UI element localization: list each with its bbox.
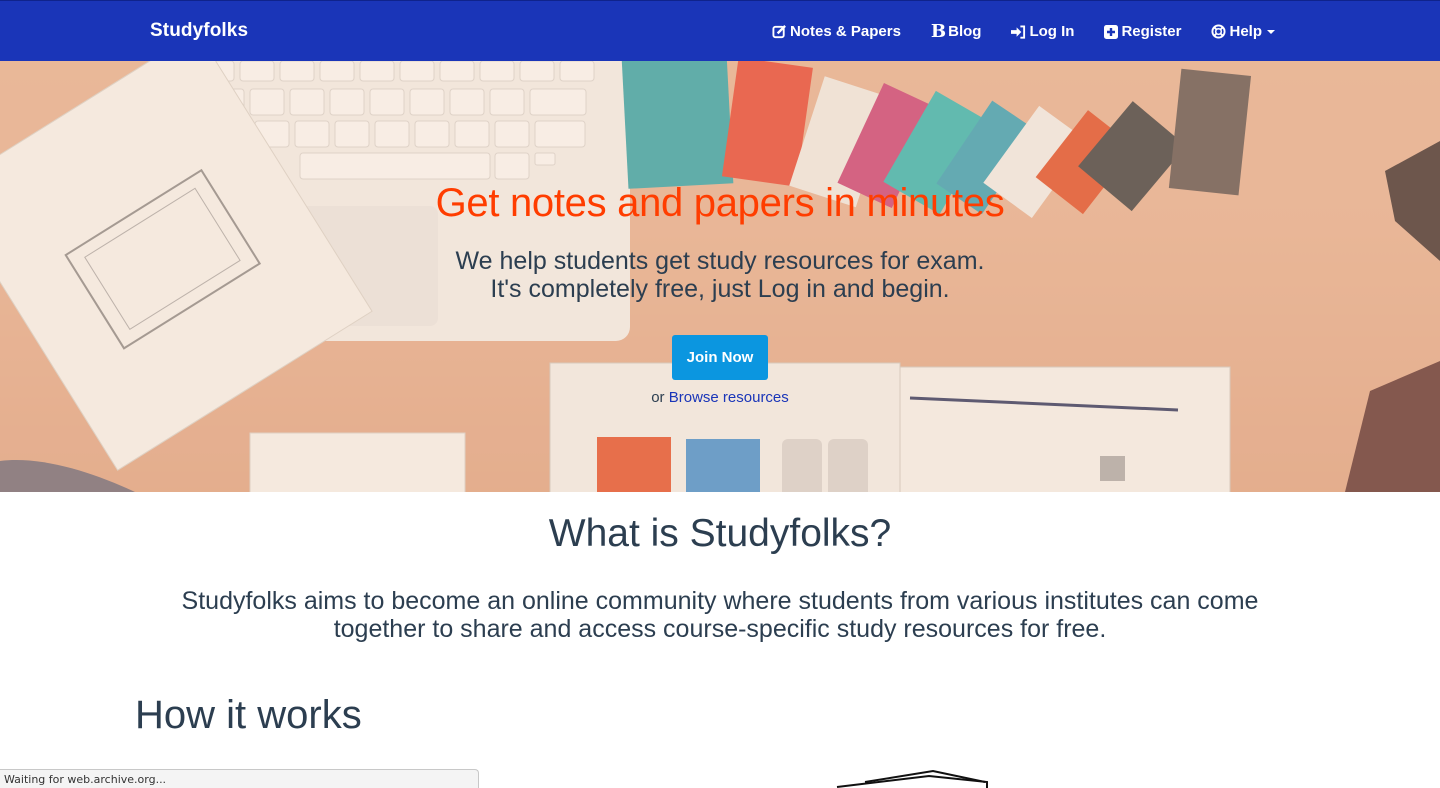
about-text: Studyfolks aims to become an online comm… — [181, 587, 1259, 643]
plus-square-icon — [1104, 24, 1119, 39]
how-it-works-title: How it works — [135, 693, 362, 737]
blogger-icon: B — [930, 21, 947, 42]
brand-logo-link[interactable]: Studyfolks — [150, 20, 248, 42]
nav-register-label: Register — [1121, 23, 1182, 40]
top-navbar: Studyfolks Notes & Papers B Blog Log In … — [0, 0, 1440, 61]
hero-content: Get notes and papers in minutes We help … — [0, 61, 1440, 492]
browse-resources-link[interactable]: Browse resources — [669, 389, 789, 406]
sign-in-icon — [1011, 24, 1026, 39]
browser-status-bar: Waiting for web.archive.org... — [0, 769, 479, 788]
life-ring-icon — [1211, 24, 1227, 39]
browse-line: or Browse resources — [0, 389, 1440, 406]
hero-subtitle-line-1: We help students get study resources for… — [455, 247, 985, 275]
edit-icon — [772, 24, 787, 39]
nav-login[interactable]: Log In — [1011, 23, 1074, 40]
nav-blog[interactable]: B Blog — [931, 21, 982, 42]
nav-notes-papers-label: Notes & Papers — [790, 23, 901, 40]
nav-login-label: Log In — [1029, 23, 1075, 40]
nav-links: Notes & Papers B Blog Log In Register He… — [742, 1, 1275, 62]
hero-banner: Get notes and papers in minutes We help … — [0, 61, 1440, 492]
chevron-down-icon — [1267, 29, 1275, 34]
about-title: What is Studyfolks? — [548, 512, 892, 555]
nav-help-label: Help — [1229, 23, 1262, 40]
nav-blog-label: Blog — [948, 23, 982, 40]
nav-register[interactable]: Register — [1104, 23, 1181, 40]
nav-notes-papers[interactable]: Notes & Papers — [772, 23, 901, 40]
hero-subtitle-line-2: It's completely free, just Log in and be… — [490, 275, 950, 303]
hero-subtitle: We help students get study resources for… — [0, 247, 1440, 303]
cards-illustration — [836, 769, 988, 788]
hero-title: Get notes and papers in minutes — [435, 181, 1005, 225]
nav-help-dropdown[interactable]: Help — [1211, 23, 1275, 40]
join-now-button[interactable]: Join Now — [672, 335, 768, 380]
browse-prefix: or — [651, 389, 665, 406]
